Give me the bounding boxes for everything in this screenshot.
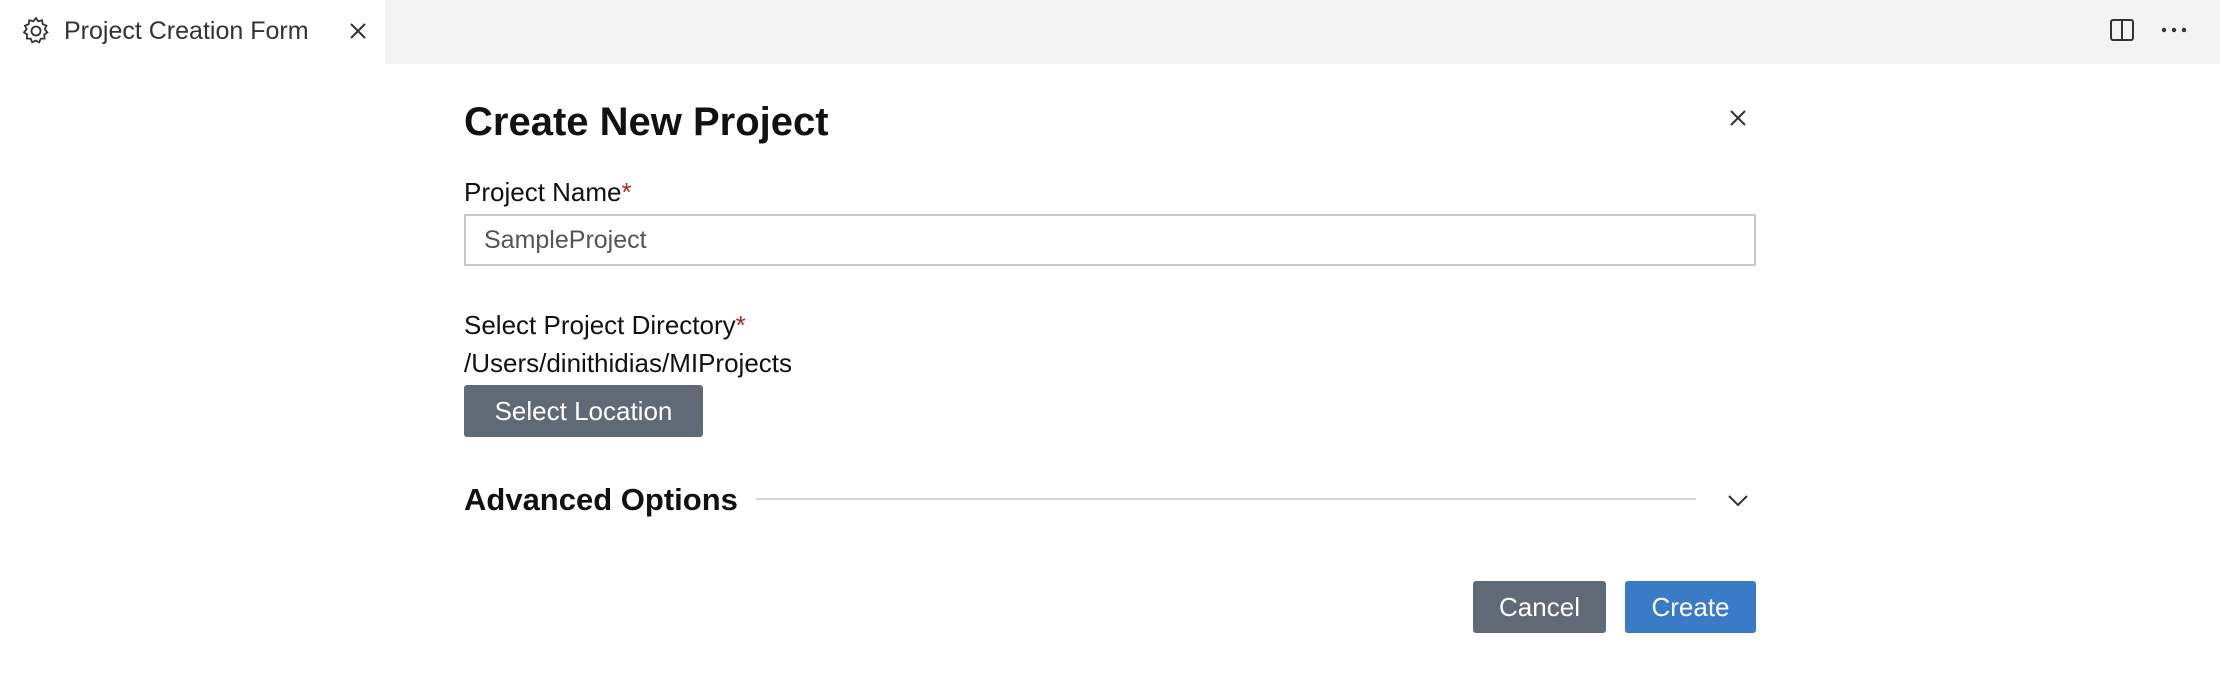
project-directory-path: /Users/dinithidias/MIProjects [464, 348, 792, 378]
required-marker: * [621, 177, 632, 207]
close-icon[interactable] [344, 17, 372, 45]
editor-tab-bar: Project Creation Form [0, 0, 2220, 64]
close-icon[interactable] [1724, 104, 1752, 132]
select-location-button[interactable]: Select Location [464, 385, 703, 437]
cancel-button[interactable]: Cancel [1473, 581, 1606, 633]
chevron-down-icon[interactable] [1724, 486, 1752, 514]
advanced-options-title[interactable]: Advanced Options [464, 482, 738, 518]
form-title: Create New Project [464, 100, 829, 144]
create-button[interactable]: Create [1625, 581, 1756, 633]
more-actions-icon[interactable] [2158, 16, 2190, 44]
project-name-input[interactable] [464, 214, 1756, 266]
tab-project-creation-form[interactable]: Project Creation Form [0, 0, 385, 64]
tab-title: Project Creation Form [64, 17, 309, 45]
split-editor-icon[interactable] [2108, 16, 2136, 44]
advanced-options-divider [756, 498, 1696, 500]
project-name-label: Project Name* [464, 177, 632, 207]
project-directory-label: Select Project Directory* [464, 310, 746, 340]
gear-icon [20, 15, 52, 47]
required-marker: * [735, 310, 746, 340]
